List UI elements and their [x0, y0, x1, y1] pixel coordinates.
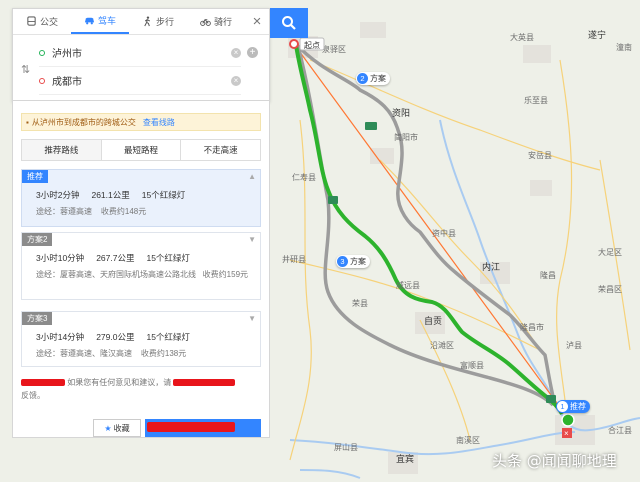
start-label: 起点 [304, 41, 320, 50]
place-label: 屏山县 [334, 442, 358, 452]
place-label: 大英县 [510, 32, 534, 42]
place-label: 安岳县 [528, 150, 552, 160]
route-preference-tabs: 推荐路线 最短路程 不走高速 [21, 139, 261, 161]
place-label: 遂宁 [588, 29, 606, 41]
pref-no-highway[interactable]: 不走高速 [181, 140, 260, 160]
plan-tag: 推荐 [22, 170, 48, 183]
place-label: 荣县 [352, 298, 368, 308]
place-label: 乐至县 [524, 95, 548, 105]
plan-summary: 3小时10分钟 267.7公里 15个红绿灯 [36, 253, 190, 263]
tab-bike[interactable]: 骑行 [187, 9, 245, 34]
destination-dot-icon [39, 77, 45, 84]
redaction-mark [173, 379, 236, 387]
place-label: 内江 [482, 261, 500, 273]
origin-dot-icon [39, 49, 45, 56]
route-search-panel: 公交 驾车 步行 骑行 × ⇅ × + × [12, 8, 270, 102]
plan-details: 途经：厦蓉高速、天府国际机场高速公路北线 收费约159元 [36, 270, 249, 279]
intercity-bus-notice: ▪ 从泸州市到成都市的跨城公交 查看线路 [21, 113, 261, 131]
plan-tag: 方案2 [22, 233, 53, 246]
destination-input[interactable] [52, 75, 231, 86]
tab-bus[interactable]: 公交 [13, 9, 71, 34]
place-label: 富顺县 [460, 360, 484, 370]
route-badge-plan-3[interactable]: 3 方案 [336, 255, 370, 268]
pref-recommended[interactable]: 推荐路线 [22, 140, 102, 160]
place-label: 自贡 [424, 315, 442, 327]
bus-icon: ▪ [26, 117, 29, 127]
redaction-mark [21, 379, 65, 387]
chevron-down-icon[interactable]: ▼ [248, 314, 256, 323]
origin-row: × + [39, 39, 258, 67]
origin-input[interactable] [52, 47, 231, 58]
pref-shortest[interactable]: 最短路程 [102, 140, 182, 160]
clear-origin-icon[interactable]: × [231, 47, 241, 58]
place-label: 隆昌 [540, 270, 556, 280]
send-to-phone-button[interactable] [145, 419, 261, 437]
favorite-button[interactable]: ★ 收藏 [93, 419, 141, 437]
redaction-mark [147, 422, 235, 432]
place-label: 简阳市 [394, 132, 418, 142]
route-plan-card[interactable]: 推荐 ▲ 3小时2分钟 261.1公里 15个红绿灯 途经：蓉遵高速 收费约14… [21, 169, 261, 227]
place-label: 南溪区 [456, 435, 480, 445]
place-label: 大足区 [598, 247, 622, 257]
search-button[interactable] [270, 8, 308, 38]
chevron-up-icon[interactable]: ▲ [248, 172, 256, 181]
route-plan-card[interactable]: 方案3 ▼ 3小时14分钟 279.0公里 15个红绿灯 途经：蓉遵高速、隆汉高… [21, 311, 261, 367]
route-results-panel: ▪ 从泸州市到成都市的跨城公交 查看线路 推荐路线 最短路程 不走高速 推荐 ▲… [12, 100, 270, 438]
place-label: 泉驿区 [322, 44, 346, 54]
tab-walk[interactable]: 步行 [129, 9, 187, 34]
place-label: 资阳 [392, 108, 410, 119]
plan-summary: 3小时2分钟 261.1公里 15个红绿灯 [36, 190, 186, 200]
place-label: 泸县 [566, 340, 582, 350]
place-label: 合江县 [608, 425, 632, 435]
bus-icon [27, 16, 36, 26]
add-waypoint-icon[interactable]: + [247, 47, 258, 58]
place-label: 仁寿县 [292, 172, 316, 182]
place-label: 威远县 [396, 280, 420, 290]
route-badge-recommended[interactable]: 1 推荐 [556, 400, 590, 413]
chevron-down-icon[interactable]: ▼ [248, 235, 256, 244]
plan-details: 途经：蓉遵高速 收费约148元 [36, 207, 147, 216]
plan-details: 途经：蓉遵高速、隆汉高速 收费约138元 [36, 349, 187, 358]
place-label: 宜宾 [396, 453, 414, 465]
swap-icon[interactable]: ⇅ [21, 63, 30, 76]
plan-summary: 3小时14分钟 279.0公里 15个红绿灯 [36, 332, 190, 342]
place-label: 井研县 [282, 254, 306, 264]
walk-icon [144, 16, 151, 27]
place-label: 荣昌区 [598, 284, 622, 294]
place-label: 沿滩区 [430, 340, 454, 350]
transport-mode-tabs: 公交 驾车 步行 骑行 × [13, 9, 269, 35]
svg-text:×: × [564, 429, 569, 438]
clear-destination-icon[interactable]: × [231, 75, 241, 86]
destination-row: × [39, 67, 241, 95]
search-icon [282, 16, 296, 30]
bike-icon [200, 18, 211, 26]
close-icon[interactable]: × [245, 9, 269, 34]
route-inputs: ⇅ × + × [13, 35, 269, 101]
tab-car[interactable]: 驾车 [71, 9, 129, 34]
watermark: 头条 @闻闻聊地理 [492, 452, 617, 470]
plan-tag: 方案3 [22, 312, 53, 325]
car-icon [84, 17, 95, 25]
view-bus-route-link[interactable]: 查看线路 [143, 117, 175, 128]
feedback-text: 如果您有任何意见和建议，请 反馈。 [21, 376, 261, 402]
route-plan-card[interactable]: 方案2 ▼ 3小时10分钟 267.7公里 15个红绿灯 途经：厦蓉高速、天府国… [21, 232, 261, 300]
place-label: 潼南 [616, 42, 632, 52]
route-badge-plan-2[interactable]: 2 方案 [356, 72, 390, 85]
star-icon: ★ [104, 423, 112, 433]
place-label: 隆昌市 [520, 322, 544, 332]
place-label: 资中县 [432, 228, 456, 238]
